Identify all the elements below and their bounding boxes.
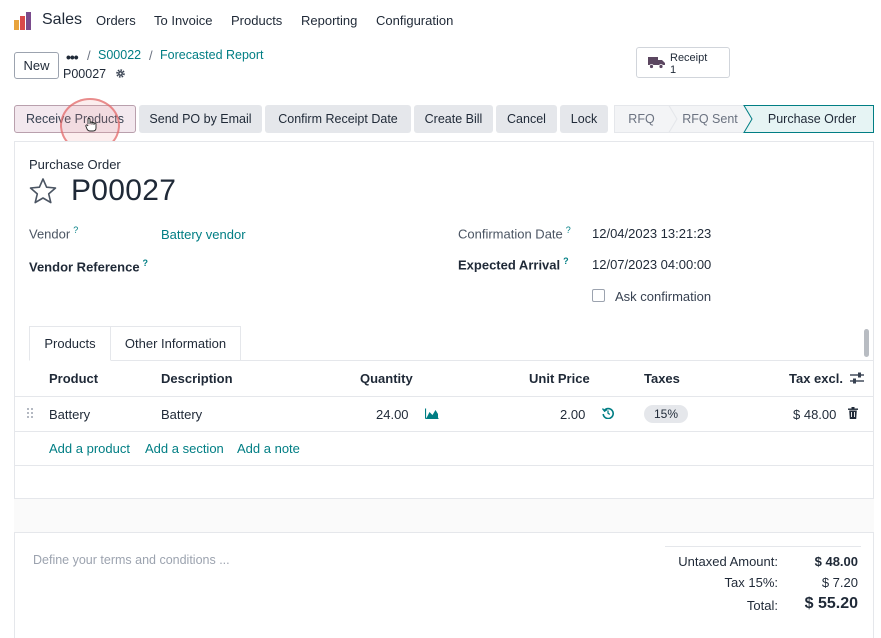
receipt-label: Receipt xyxy=(670,52,708,64)
tax-label: Tax 15%: xyxy=(724,575,778,590)
add-product-link[interactable]: Add a product xyxy=(49,441,130,456)
column-header-product[interactable]: Product xyxy=(49,371,98,386)
column-header-unit-price[interactable]: Unit Price xyxy=(529,371,590,386)
vendor-label: Vendor? xyxy=(29,225,79,242)
menu-to-invoice[interactable]: To Invoice xyxy=(154,13,213,28)
confirm-receipt-date-button[interactable]: Confirm Receipt Date xyxy=(265,105,411,133)
column-header-quantity[interactable]: Quantity xyxy=(360,371,413,386)
sales-app-icon[interactable] xyxy=(13,11,33,31)
totals-divider xyxy=(665,546,861,547)
vendor-reference-field[interactable] xyxy=(161,254,431,276)
lock-button[interactable]: Lock xyxy=(560,105,608,133)
receive-products-button[interactable]: Receive Products xyxy=(14,105,136,133)
gear-icon[interactable] xyxy=(115,68,126,79)
add-section-link[interactable]: Add a section xyxy=(145,441,224,456)
hand-cursor-icon xyxy=(85,118,97,132)
column-header-tax-excl[interactable]: Tax excl. xyxy=(789,371,843,386)
stage-purchase-order[interactable]: Purchase Order xyxy=(752,105,872,133)
tax-value: $ 7.20 xyxy=(821,575,858,590)
column-header-taxes[interactable]: Taxes xyxy=(644,371,680,386)
drag-handle-icon[interactable] xyxy=(26,407,34,419)
untaxed-amount-value: $ 48.00 xyxy=(814,554,858,569)
empty-table-row xyxy=(14,499,874,533)
terms-and-conditions-field[interactable]: Define your terms and conditions ... xyxy=(33,553,230,567)
table-divider xyxy=(14,396,874,397)
tab-other-information[interactable]: Other Information xyxy=(111,326,241,361)
breadcrumb-separator: / xyxy=(149,48,153,63)
stage-rfq-sent[interactable]: RFQ Sent xyxy=(672,105,748,133)
column-settings-icon[interactable] xyxy=(850,372,864,384)
line-product[interactable]: Battery xyxy=(49,407,90,422)
create-bill-button[interactable]: Create Bill xyxy=(414,105,493,133)
help-icon[interactable]: ? xyxy=(566,225,571,235)
help-icon[interactable]: ? xyxy=(563,256,569,266)
top-navbar: Sales Orders To Invoice Products Reporti… xyxy=(0,0,881,42)
vendor-reference-label: Vendor Reference? xyxy=(29,258,149,275)
breadcrumb-separator: / xyxy=(87,48,91,63)
forecast-chart-icon[interactable] xyxy=(425,408,439,419)
expected-arrival-label: Expected Arrival? xyxy=(458,256,569,273)
star-icon[interactable] xyxy=(28,177,58,205)
receipt-smart-button[interactable]: Receipt 1 xyxy=(636,47,730,78)
line-quantity[interactable]: 24.00 xyxy=(376,407,409,422)
line-subtotal: $ 48.00 xyxy=(793,407,837,422)
stage-rfq[interactable]: RFQ xyxy=(614,105,669,133)
vendor-field[interactable]: Battery vendor xyxy=(161,227,246,242)
menu-configuration[interactable]: Configuration xyxy=(376,13,453,28)
truck-icon xyxy=(648,57,665,69)
line-unit-price[interactable]: 2.00 xyxy=(560,407,585,422)
confirmation-date-field[interactable]: 12/04/2023 13:21:23 xyxy=(592,226,711,241)
ask-confirmation-label[interactable]: Ask confirmation xyxy=(615,289,711,304)
app-name[interactable]: Sales xyxy=(42,11,82,29)
tab-products[interactable]: Products xyxy=(29,326,111,361)
send-po-by-email-button[interactable]: Send PO by Email xyxy=(139,105,262,133)
table-divider xyxy=(14,532,874,533)
untaxed-amount-label: Untaxed Amount: xyxy=(678,554,778,569)
cancel-button[interactable]: Cancel xyxy=(496,105,557,133)
trash-icon[interactable] xyxy=(848,407,858,419)
help-icon[interactable]: ? xyxy=(73,225,78,235)
ask-confirmation-checkbox[interactable] xyxy=(592,289,605,302)
price-history-icon[interactable] xyxy=(602,407,614,419)
breadcrumb-more-icon[interactable]: ••• xyxy=(66,49,79,65)
breadcrumb-current: P00027 xyxy=(63,67,107,81)
total-value: $ 55.20 xyxy=(804,595,858,612)
document-type: Purchase Order xyxy=(29,157,121,172)
table-divider xyxy=(14,431,874,432)
add-note-link[interactable]: Add a note xyxy=(237,441,300,456)
document-name: P00027 xyxy=(71,174,177,207)
total-label: Total: xyxy=(746,598,778,613)
scrollbar[interactable] xyxy=(864,329,869,357)
menu-orders[interactable]: Orders xyxy=(96,13,136,28)
menu-reporting[interactable]: Reporting xyxy=(301,13,357,28)
receipt-count: 1 xyxy=(670,64,677,76)
help-icon[interactable]: ? xyxy=(143,258,149,268)
line-description[interactable]: Battery xyxy=(161,407,202,422)
column-header-description[interactable]: Description xyxy=(161,371,233,386)
expected-arrival-field[interactable]: 12/07/2023 04:00:00 xyxy=(592,257,711,272)
confirmation-date-label: Confirmation Date? xyxy=(458,225,571,242)
menu-products[interactable]: Products xyxy=(231,13,282,28)
breadcrumb-forecasted-report[interactable]: Forecasted Report xyxy=(160,48,264,62)
tax-badge[interactable]: 15% xyxy=(644,405,688,423)
breadcrumb-sale-order[interactable]: S00022 xyxy=(98,48,141,62)
new-button[interactable]: New xyxy=(14,52,59,79)
table-divider xyxy=(14,465,874,466)
